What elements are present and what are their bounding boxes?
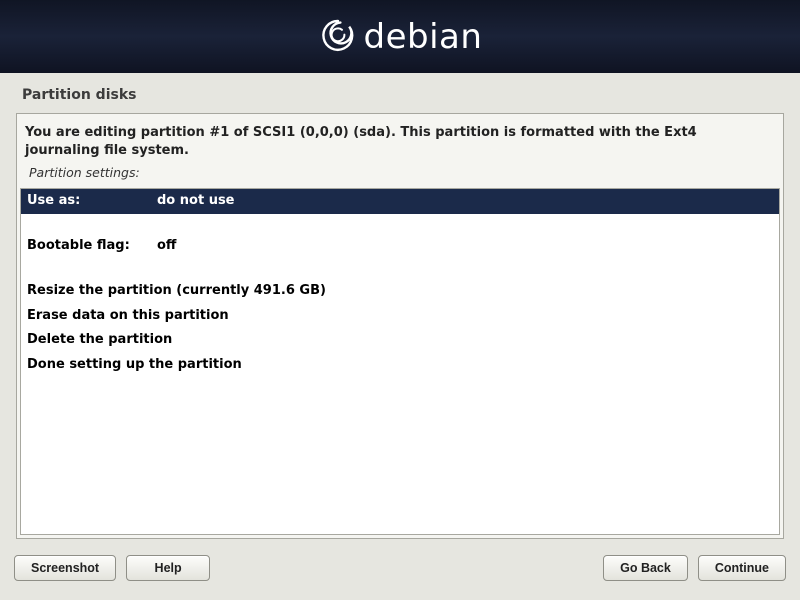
row-blank: [21, 214, 779, 234]
resize-label: Resize the partition (currently 491.6 GB…: [27, 282, 326, 301]
row-use-as[interactable]: Use as: do not use: [21, 189, 779, 214]
delete-label: Delete the partition: [27, 331, 172, 350]
bootable-key: Bootable flag:: [27, 237, 157, 256]
brand-text: debian: [364, 17, 483, 57]
debian-swirl-icon: [318, 17, 358, 57]
partition-settings-label: Partition settings:: [17, 165, 783, 188]
button-bar: Screenshot Help Go Back Continue: [0, 555, 800, 581]
row-done-setting-up[interactable]: Done setting up the partition: [21, 353, 779, 378]
row-resize-partition[interactable]: Resize the partition (currently 491.6 GB…: [21, 279, 779, 304]
main-panel: You are editing partition #1 of SCSI1 (0…: [16, 113, 784, 539]
installer-header: debian: [0, 0, 800, 73]
row-bootable-flag[interactable]: Bootable flag: off: [21, 234, 779, 259]
instruction-text: You are editing partition #1 of SCSI1 (0…: [17, 114, 783, 165]
row-blank: [21, 259, 779, 279]
help-button[interactable]: Help: [126, 555, 210, 581]
erase-label: Erase data on this partition: [27, 307, 229, 326]
use-as-key: Use as:: [27, 192, 157, 211]
go-back-button[interactable]: Go Back: [603, 555, 688, 581]
row-erase-data[interactable]: Erase data on this partition: [21, 304, 779, 329]
continue-button[interactable]: Continue: [698, 555, 786, 581]
row-delete-partition[interactable]: Delete the partition: [21, 328, 779, 353]
page-title: Partition disks: [0, 73, 800, 113]
screenshot-button[interactable]: Screenshot: [14, 555, 116, 581]
settings-listbox: Use as: do not use Bootable flag: off Re…: [20, 188, 780, 535]
done-label: Done setting up the partition: [27, 356, 242, 375]
bootable-value: off: [157, 237, 176, 256]
use-as-value: do not use: [157, 192, 235, 211]
debian-logo: debian: [318, 17, 483, 57]
